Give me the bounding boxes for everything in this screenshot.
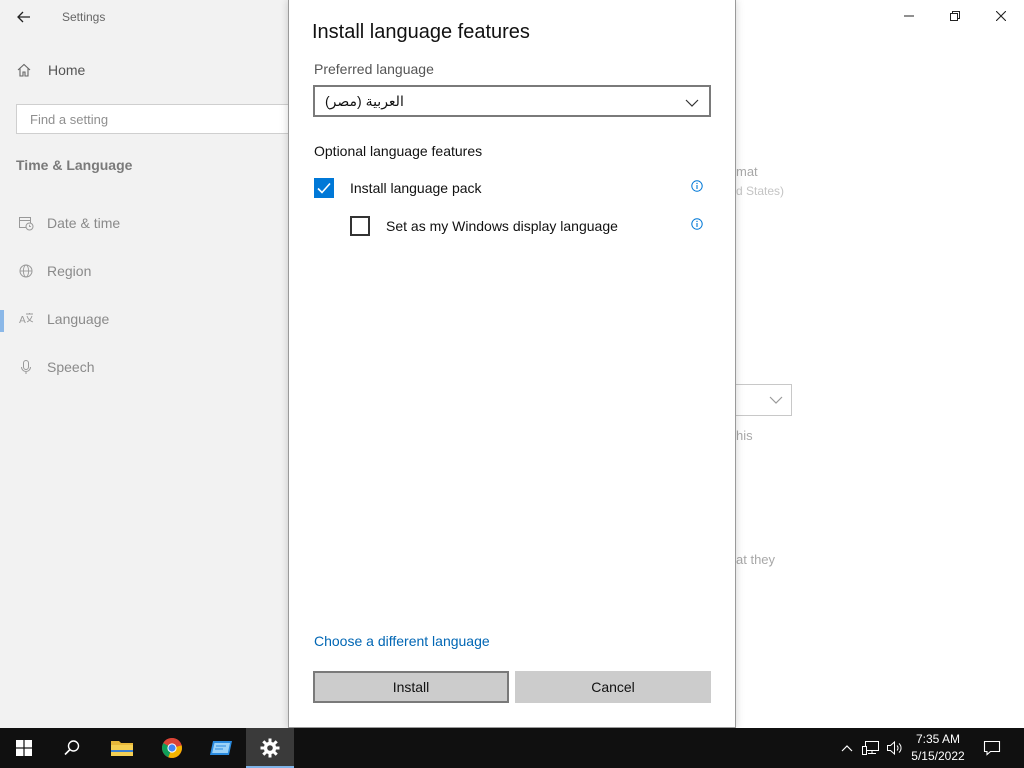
sidebar-item-label: Language — [47, 311, 110, 327]
close-button[interactable] — [978, 0, 1024, 32]
settings-taskbar-button[interactable] — [246, 728, 294, 768]
install-language-dialog: Install language features Preferred lang… — [288, 0, 736, 728]
chevron-down-icon — [769, 396, 783, 404]
chevron-up-icon — [841, 745, 853, 752]
sidebar-item-label: Speech — [47, 359, 95, 375]
restore-icon — [950, 11, 960, 21]
search-input[interactable] — [28, 110, 268, 128]
active-nav-indicator — [0, 310, 4, 332]
clock-date: 5/15/2022 — [911, 749, 965, 763]
back-button[interactable] — [12, 6, 36, 28]
background-dropdown-fragment[interactable] — [736, 384, 792, 416]
restore-button[interactable] — [932, 0, 978, 32]
window-title: Settings — [62, 10, 106, 24]
back-arrow-icon — [17, 11, 30, 23]
sidebar-item-label: Region — [47, 263, 92, 279]
this-text-fragment: his — [736, 428, 753, 443]
cancel-button[interactable]: Cancel — [515, 671, 711, 703]
windows-logo-icon — [16, 740, 32, 756]
search-field[interactable] — [16, 104, 298, 134]
install-language-pack-option[interactable]: Install language pack — [314, 178, 482, 198]
section-title: Time & Language — [16, 157, 133, 173]
taskbar: 7:35 AM 5/15/2022 — [0, 728, 1024, 768]
display-language-label: Set as my Windows display language — [386, 218, 618, 234]
preferred-language-label: Preferred language — [314, 61, 434, 77]
sidebar-item-label: Date & time — [47, 215, 121, 231]
home-label: Home — [48, 62, 86, 78]
chevron-down-icon — [685, 94, 699, 110]
install-button[interactable]: Install — [313, 671, 509, 703]
search-icon — [64, 740, 80, 756]
volume-button[interactable] — [884, 728, 906, 768]
search-button[interactable] — [48, 728, 96, 768]
gear-icon — [260, 738, 280, 758]
calendar-clock-icon — [16, 215, 36, 231]
sidebar-item-language[interactable]: A Language — [16, 311, 109, 327]
checkmark-icon — [317, 182, 331, 194]
format-text-fragment: mat — [736, 164, 758, 179]
file-explorer-button[interactable] — [98, 728, 146, 768]
minimize-icon — [904, 15, 914, 17]
language-pack-label: Install language pack — [350, 180, 482, 196]
taskbar-clock[interactable]: 7:35 AM 5/15/2022 — [905, 731, 971, 765]
network-button[interactable] — [860, 728, 882, 768]
sidebar-item-speech[interactable]: Speech — [16, 359, 94, 375]
chrome-icon — [162, 737, 182, 758]
choose-different-language-link[interactable]: Choose a different language — [314, 633, 490, 649]
preferred-language-dropdown[interactable]: العربية (مصر) — [313, 85, 711, 117]
start-button[interactable] — [0, 728, 48, 768]
home-icon — [16, 62, 36, 78]
selected-language-value: العربية (مصر) — [325, 92, 404, 109]
they-text-fragment: at they — [736, 552, 776, 567]
network-icon — [862, 741, 879, 755]
nav-home[interactable]: Home — [16, 62, 85, 78]
svg-text:A: A — [19, 315, 26, 326]
optional-features-heading: Optional language features — [314, 143, 483, 159]
display-language-option[interactable]: Set as my Windows display language — [350, 216, 618, 236]
folder-icon — [111, 741, 133, 756]
minimize-button[interactable] — [886, 0, 932, 32]
show-hidden-icons-button[interactable] — [838, 728, 856, 768]
dialog-title: Install language features — [312, 21, 530, 43]
action-center-button[interactable] — [980, 728, 1004, 768]
language-icon: A — [16, 311, 36, 327]
display-language-checkbox[interactable] — [350, 216, 370, 236]
close-icon — [996, 11, 1006, 21]
sidebar-item-region[interactable]: Region — [16, 263, 91, 279]
clock-time: 7:35 AM — [915, 732, 961, 746]
sidebar-item-date-time[interactable]: Date & time — [16, 215, 120, 231]
app-window-icon — [210, 741, 232, 755]
speaker-icon — [887, 740, 902, 756]
app-window-button[interactable] — [197, 728, 245, 768]
microphone-icon — [16, 359, 36, 375]
info-icon[interactable] — [691, 180, 703, 192]
region-text-fragment: d States) — [736, 184, 785, 198]
info-icon[interactable] — [691, 218, 703, 230]
notification-icon — [983, 740, 1001, 756]
language-pack-checkbox[interactable] — [314, 178, 334, 198]
chrome-button[interactable] — [148, 728, 196, 768]
globe-icon — [16, 263, 36, 279]
